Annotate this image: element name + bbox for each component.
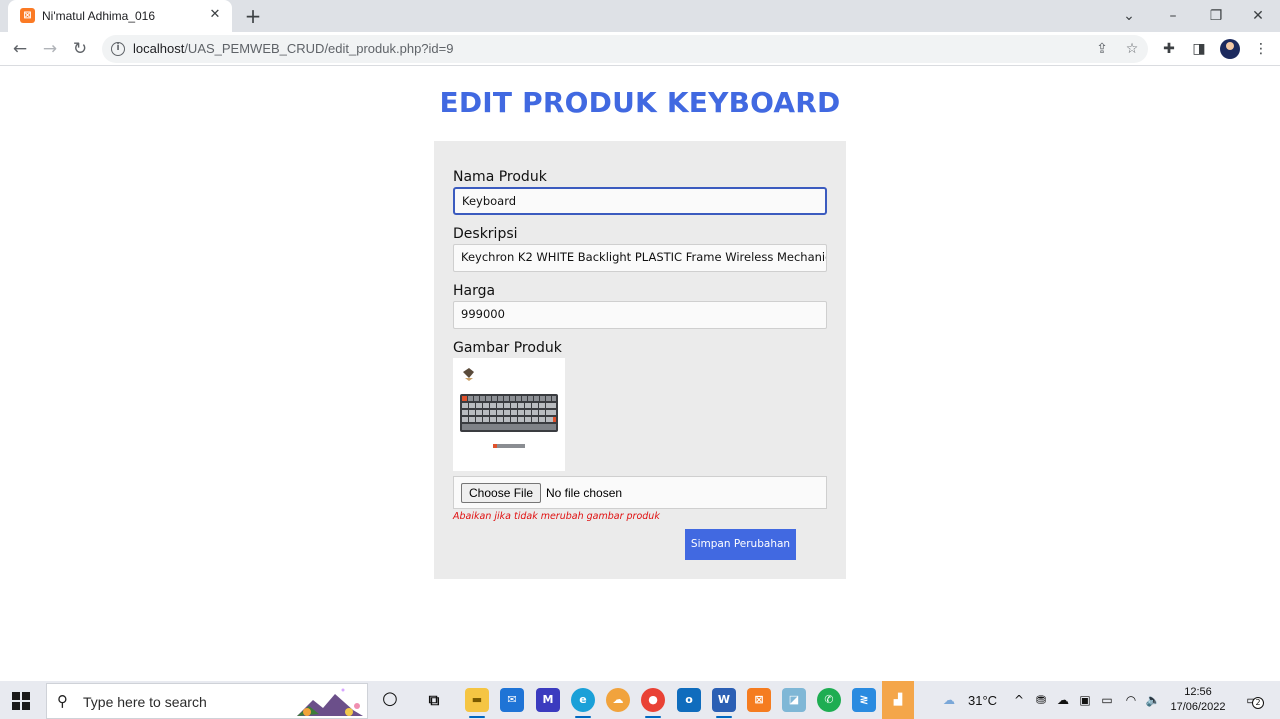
forward-icon[interactable]: → xyxy=(38,37,62,61)
harga-label: Harga xyxy=(453,283,496,299)
tray-app-icon[interactable]: ▣ xyxy=(1076,691,1094,709)
search-highlight-illustration xyxy=(295,686,365,718)
browser-tab[interactable]: ⊠ Ni'matul Adhima_016 ✕ xyxy=(8,0,232,32)
deskripsi-input[interactable]: Keychron K2 WHITE Backlight PLASTIC Fram… xyxy=(453,244,827,272)
vscode-icon[interactable]: ≷ xyxy=(852,688,876,712)
tab-title: Ni'matul Adhima_016 xyxy=(42,9,156,23)
nama-produk-label: Nama Produk xyxy=(453,169,547,185)
meet-now-icon[interactable]: ⛃ xyxy=(1032,691,1050,709)
chrome-icon[interactable]: ● xyxy=(641,688,665,718)
task-view-icon[interactable]: ⧉ xyxy=(422,688,446,712)
back-icon[interactable]: ← xyxy=(8,37,32,61)
profile-avatar[interactable] xyxy=(1220,39,1240,59)
onedrive-icon[interactable]: ☁ xyxy=(1054,691,1072,709)
tab-search-icon[interactable]: ⌄ xyxy=(1116,4,1142,28)
extensions-icon[interactable]: ✚ xyxy=(1158,38,1180,60)
side-panel-icon[interactable]: ◨ xyxy=(1188,38,1210,60)
edge-icon[interactable]: e xyxy=(571,688,595,718)
reload-icon[interactable]: ↻ xyxy=(68,37,92,61)
edit-form: Nama Produk Keyboard Deskripsi Keychron … xyxy=(434,141,846,579)
bookmark-star-icon[interactable]: ☆ xyxy=(1122,39,1142,59)
minimize-icon[interactable]: – xyxy=(1160,4,1186,28)
url-text[interactable]: localhost/UAS_PEMWEB_CRUD/edit_produk.ph… xyxy=(133,41,453,56)
product-image xyxy=(453,358,565,471)
choose-file-button[interactable]: Choose File xyxy=(461,483,542,503)
cortana-icon[interactable]: ○ xyxy=(378,688,402,712)
save-changes-button[interactable]: Simpan Perubahan xyxy=(685,529,796,560)
search-placeholder: Type here to search xyxy=(83,694,207,710)
show-hidden-icons-icon[interactable]: ^ xyxy=(1010,691,1028,709)
weather-tray-icon[interactable]: ☁ xyxy=(940,691,958,709)
file-explorer-icon[interactable]: ▬ xyxy=(465,688,489,718)
gambar-produk-label: Gambar Produk xyxy=(453,340,562,356)
notification-center-icon[interactable]: ▭2 xyxy=(1240,691,1264,709)
address-bar[interactable]: i localhost/UAS_PEMWEB_CRUD/edit_produk.… xyxy=(102,35,1148,63)
deskripsi-label: Deskripsi xyxy=(453,226,518,242)
harga-input[interactable]: 999000 xyxy=(453,301,827,329)
windows-taskbar: ⚲ Type here to search ○ ⧉ ▬ ✉ M e ☁ ● o … xyxy=(0,681,1280,719)
taskbar-clock[interactable]: 12:56 17/06/2022 xyxy=(1168,685,1228,715)
clock-date: 17/06/2022 xyxy=(1170,701,1226,713)
xampp-taskbar-icon[interactable]: ⊠ xyxy=(747,688,771,712)
tab-strip: ⊠ Ni'matul Adhima_016 ✕ + ⌄ – ❐ ✕ xyxy=(0,0,1280,32)
new-tab-icon[interactable]: + xyxy=(243,5,263,27)
site-info-icon[interactable]: i xyxy=(111,42,125,56)
mathpix-icon[interactable]: M xyxy=(536,688,560,712)
taskbar-search-box[interactable]: ⚲ Type here to search xyxy=(46,683,368,719)
battery-icon[interactable]: ▭ xyxy=(1098,691,1116,709)
word-icon[interactable]: W xyxy=(712,688,736,718)
share-icon[interactable]: ⇪ xyxy=(1092,39,1112,59)
page-title: EDIT PRODUK KEYBOARD xyxy=(439,86,841,119)
volume-icon[interactable]: 🔈 xyxy=(1144,691,1162,709)
restore-icon[interactable]: ❐ xyxy=(1203,4,1229,28)
menu-kebab-icon[interactable]: ⋮ xyxy=(1250,38,1272,60)
search-icon: ⚲ xyxy=(57,692,68,710)
wifi-icon[interactable]: ◠ xyxy=(1122,691,1140,709)
file-status-text: No file chosen xyxy=(546,486,623,500)
weather-app-icon[interactable]: ☁ xyxy=(606,688,630,712)
gambar-file-input[interactable]: Choose File No file chosen xyxy=(453,476,827,509)
browser-toolbar: ← → ↻ i localhost/UAS_PEMWEB_CRUD/edit_p… xyxy=(0,32,1280,66)
close-tab-icon[interactable]: ✕ xyxy=(206,6,224,24)
nama-produk-input[interactable]: Keyboard xyxy=(453,187,827,215)
notes-app-icon[interactable]: ◪ xyxy=(782,688,806,712)
close-window-icon[interactable]: ✕ xyxy=(1245,4,1271,28)
xampp-icon: ⊠ xyxy=(20,8,35,23)
clock-time: 12:56 xyxy=(1184,686,1212,698)
xampp-control-active-icon[interactable]: ▟ xyxy=(882,681,914,719)
weather-temperature[interactable]: 31°C xyxy=(968,693,997,708)
whatsapp-icon[interactable]: ✆ xyxy=(817,688,841,712)
mail-icon[interactable]: ✉ xyxy=(500,688,524,712)
image-hint-text: Abaikan jika tidak merubah gambar produk xyxy=(453,511,660,522)
outlook-icon[interactable]: o xyxy=(677,688,701,712)
windows-start-icon[interactable] xyxy=(12,692,30,710)
notification-count: 2 xyxy=(1252,697,1264,709)
